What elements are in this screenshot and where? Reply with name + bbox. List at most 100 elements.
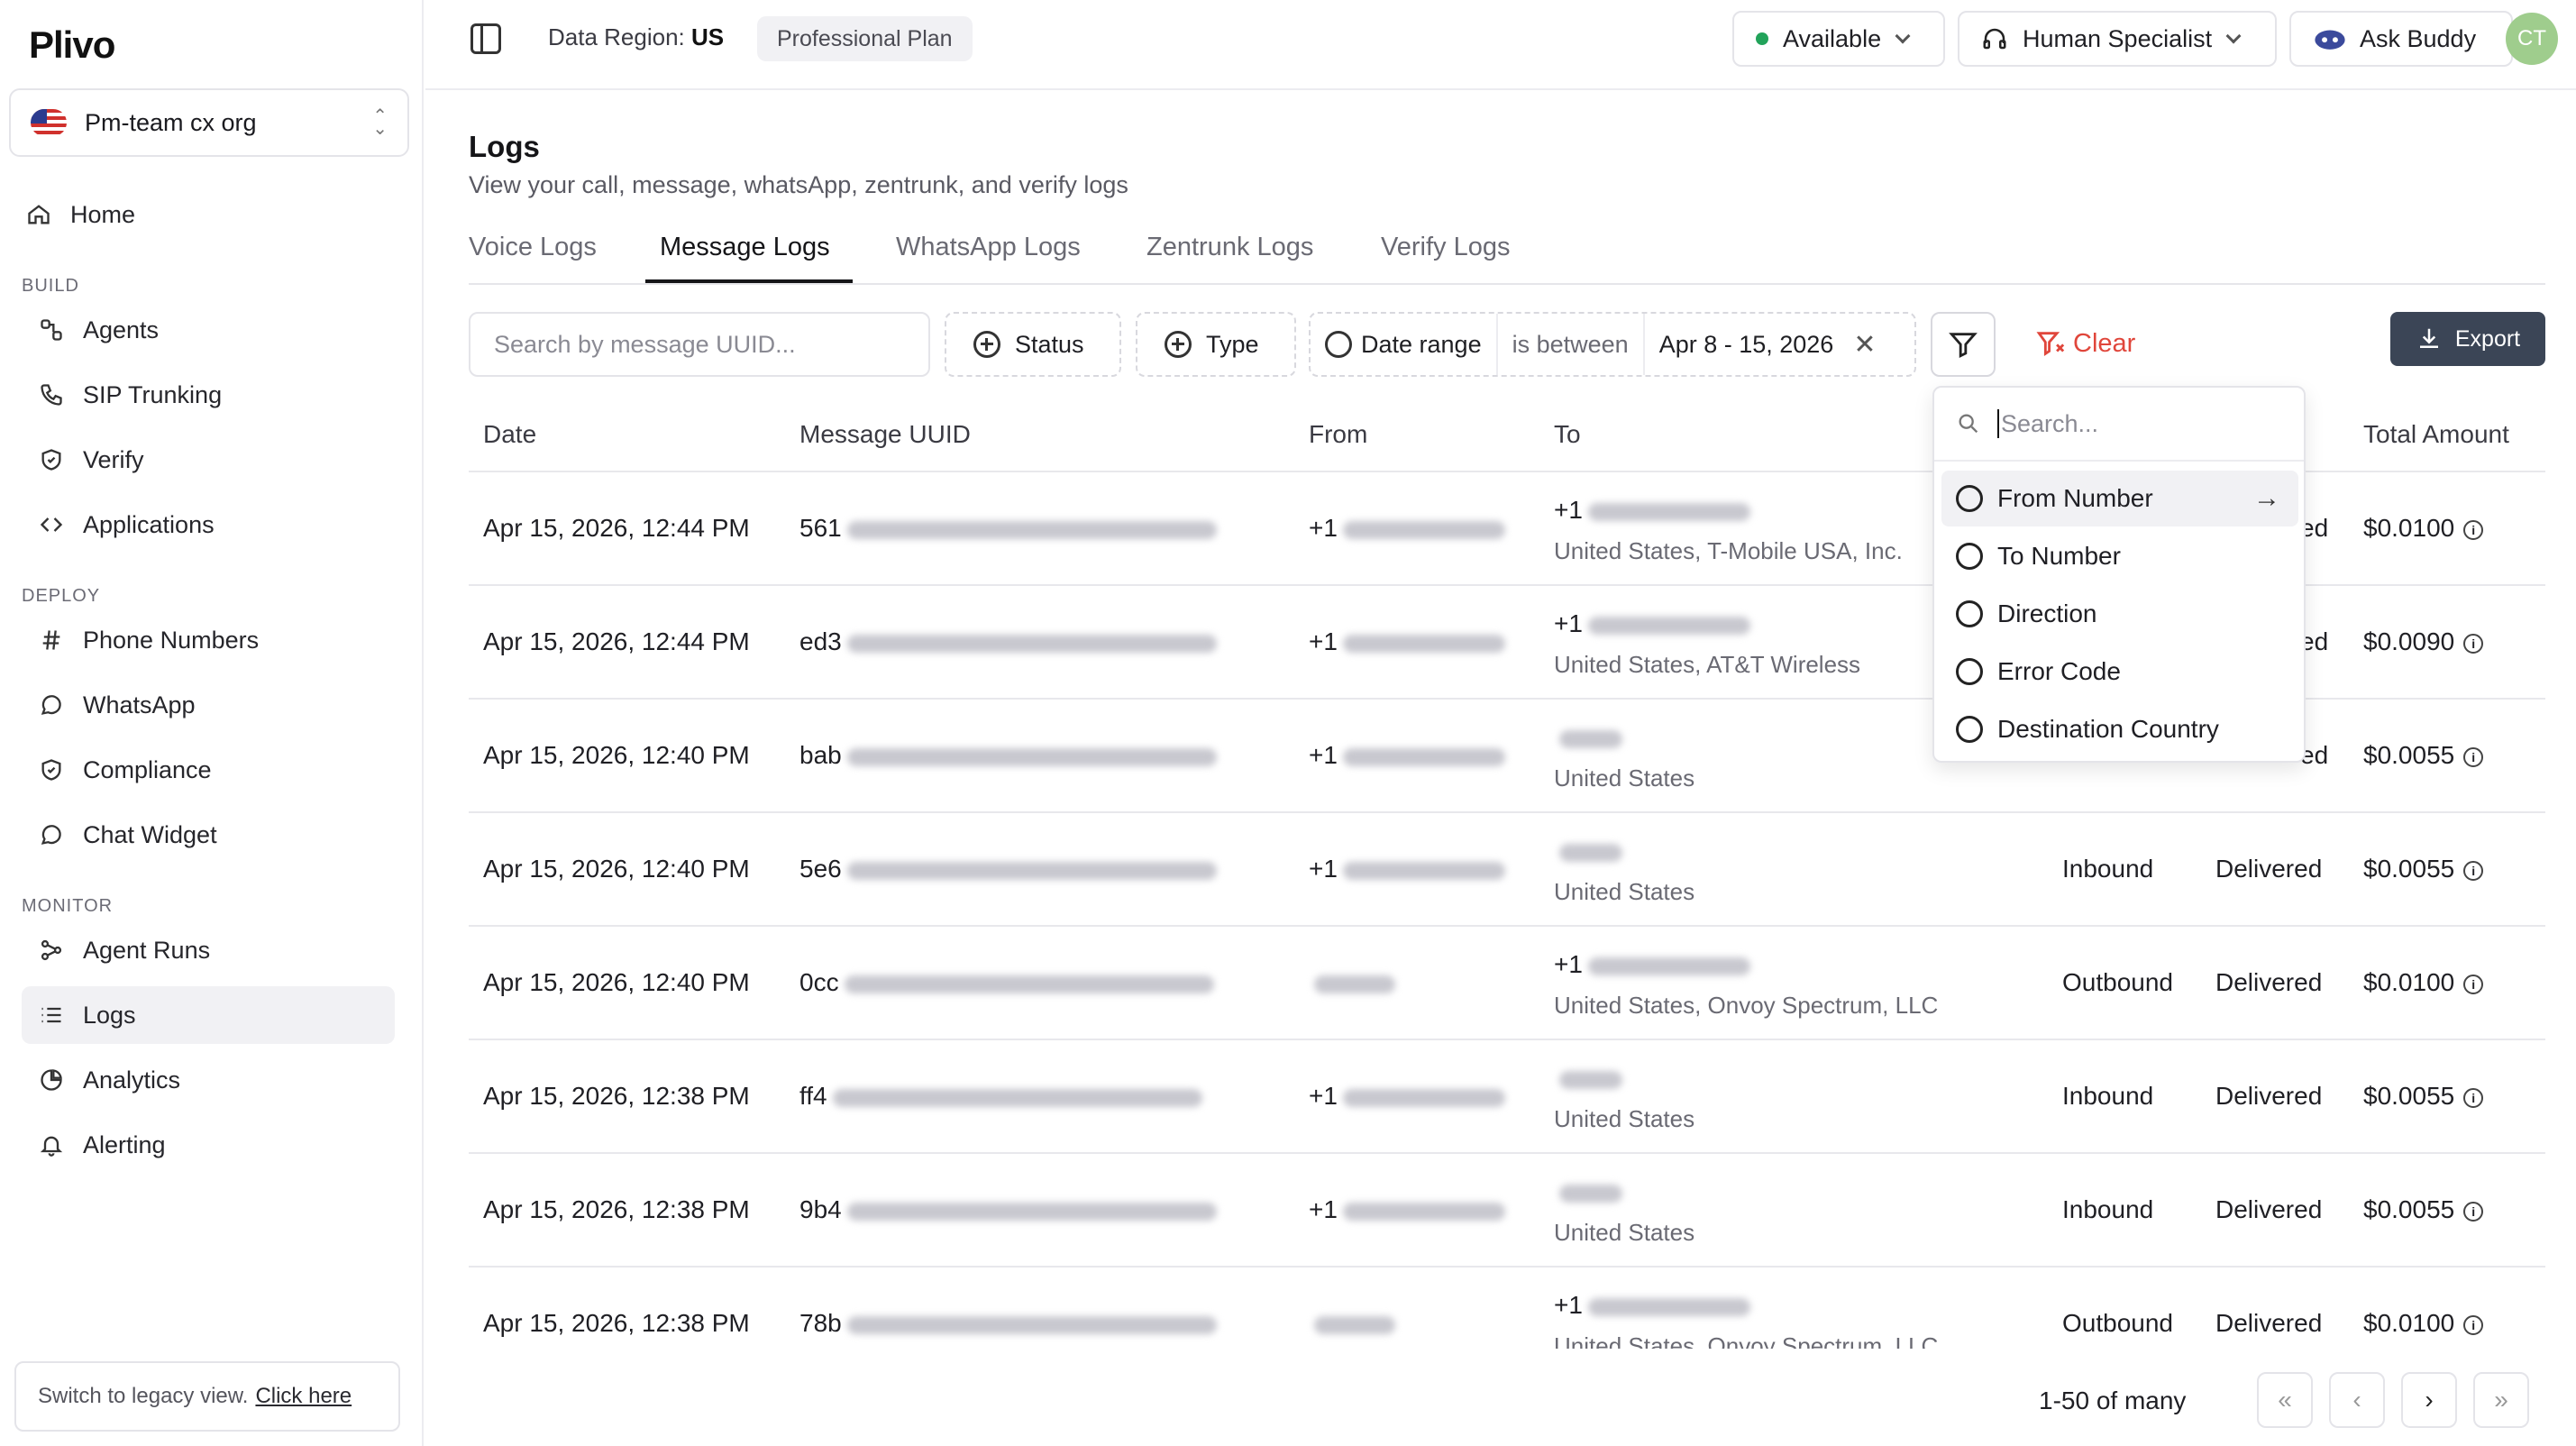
filter-menu-search[interactable]: Search... [1934, 388, 2304, 462]
text-caret [1997, 409, 1999, 438]
filter-option-from-number[interactable]: From Number → [1941, 471, 2298, 526]
legacy-link[interactable]: Click here [255, 1384, 352, 1409]
cell-status: Delivered [2215, 1082, 2323, 1110]
cell-to-carrier: United States [1554, 1219, 1695, 1246]
radio-icon [1956, 485, 1983, 512]
info-icon[interactable]: i [2463, 974, 2484, 994]
search-icon [1959, 414, 1978, 434]
uuid-prefix: 5e6 [799, 855, 842, 883]
uuid-prefix: 561 [799, 514, 842, 542]
cell-date: Apr 15, 2026, 12:40 PM [483, 968, 750, 996]
cell-to-carrier: United States, AT&T Wireless [1554, 651, 1861, 678]
info-icon[interactable]: i [2463, 1087, 2484, 1108]
cell-date: Apr 15, 2026, 12:38 PM [483, 1082, 750, 1110]
filter-option-label: Destination Country [1997, 715, 2219, 743]
arrow-right-icon: → [2253, 483, 2280, 513]
to-prefix: +1 [1554, 1291, 1583, 1319]
redacted-text [1342, 520, 1505, 539]
cell-total-amount: $0.0055 i [2363, 855, 2484, 883]
cell-from: +1 [1309, 627, 1505, 656]
row-divider [469, 1152, 2545, 1154]
cell-from: +1 [1309, 1195, 1505, 1224]
info-icon[interactable]: i [2463, 1314, 2484, 1335]
cell-date: Apr 15, 2026, 12:40 PM [483, 741, 750, 769]
cell-uuid[interactable]: ed3 [799, 627, 1217, 656]
cell-total-amount: $0.0055 i [2363, 741, 2484, 770]
filter-option-label: Error Code [1997, 657, 2121, 685]
cell-from: +1 [1309, 1082, 1505, 1111]
redacted-text [1559, 1070, 1622, 1089]
cell-to-carrier: United States, T-Mobile USA, Inc. [1554, 537, 1903, 564]
from-prefix: +1 [1309, 627, 1338, 655]
cell-to-number [1554, 723, 1622, 752]
radio-icon [1956, 600, 1983, 627]
cell-uuid[interactable]: ff4 [799, 1082, 1202, 1111]
cell-direction: Outbound [2062, 968, 2173, 996]
filter-option-error-code[interactable]: Error Code [1941, 644, 2298, 700]
cell-to-number: +1 [1554, 609, 1750, 638]
amount-value: $0.0055 [2363, 1082, 2455, 1110]
last-page-button[interactable]: » [2473, 1372, 2529, 1428]
amount-value: $0.0100 [2363, 1309, 2455, 1337]
info-icon[interactable]: i [2463, 746, 2484, 767]
legacy-text: Switch to legacy view. [38, 1384, 249, 1408]
cell-total-amount: $0.0100 i [2363, 514, 2484, 543]
filter-option-label: Direction [1997, 599, 2097, 627]
redacted-text [1314, 975, 1395, 993]
radio-icon [1956, 543, 1983, 570]
cell-to-number: +1 [1554, 950, 1750, 979]
row-divider [469, 1039, 2545, 1040]
redacted-text [846, 1315, 1217, 1334]
uuid-prefix: 9b4 [799, 1195, 842, 1223]
cell-date: Apr 15, 2026, 12:38 PM [483, 1195, 750, 1223]
info-icon[interactable]: i [2463, 860, 2484, 881]
redacted-text [1587, 956, 1750, 975]
prev-page-button[interactable]: ‹ [2329, 1372, 2385, 1428]
row-divider [469, 925, 2545, 927]
info-icon[interactable]: i [2463, 1201, 2484, 1222]
row-divider [469, 811, 2545, 813]
cell-to-carrier: United States [1554, 878, 1695, 905]
filter-option-destination-country[interactable]: Destination Country [1941, 701, 2298, 757]
cell-from [1309, 968, 1395, 997]
cell-to-number: +1 [1554, 1291, 1750, 1320]
uuid-prefix: ed3 [799, 627, 842, 655]
cell-uuid[interactable]: 0cc [799, 968, 1214, 997]
uuid-prefix: ff4 [799, 1082, 827, 1110]
info-icon[interactable]: i [2463, 633, 2484, 654]
cell-uuid[interactable]: 78b [799, 1309, 1217, 1338]
filter-option-direction[interactable]: Direction [1941, 586, 2298, 642]
cell-to-number [1554, 1177, 1622, 1206]
cell-to-carrier: United States, Onvoy Spectrum, LLC [1554, 1332, 1939, 1349]
cell-uuid[interactable]: 561 [799, 514, 1217, 543]
amount-value: $0.0055 [2363, 741, 2455, 769]
to-prefix: +1 [1554, 950, 1583, 978]
legacy-view-banner: Switch to legacy view. Click here [14, 1361, 400, 1432]
redacted-text [1587, 616, 1750, 635]
cell-date: Apr 15, 2026, 12:40 PM [483, 855, 750, 883]
redacted-text [1342, 1202, 1505, 1221]
cell-from [1309, 1309, 1395, 1338]
first-page-button[interactable]: « [2257, 1372, 2313, 1428]
redacted-text [846, 520, 1217, 539]
cell-status: Delivered [2215, 1195, 2323, 1223]
info-icon[interactable]: i [2463, 519, 2484, 540]
redacted-text [1314, 1315, 1395, 1334]
cell-uuid[interactable]: 5e6 [799, 855, 1217, 883]
cell-uuid[interactable]: bab [799, 741, 1217, 770]
filter-option-label: To Number [1997, 542, 2121, 570]
cell-uuid[interactable]: 9b4 [799, 1195, 1217, 1224]
next-page-button[interactable]: › [2401, 1372, 2457, 1428]
cell-date: Apr 15, 2026, 12:38 PM [483, 1309, 750, 1337]
radio-icon [1956, 658, 1983, 685]
to-prefix: +1 [1554, 496, 1583, 524]
cell-to-number: +1 [1554, 496, 1750, 525]
cell-total-amount: $0.0055 i [2363, 1195, 2484, 1224]
cell-from: +1 [1309, 741, 1505, 770]
cell-direction: Inbound [2062, 855, 2154, 883]
redacted-text [1342, 747, 1505, 766]
redacted-text [846, 1202, 1217, 1221]
filter-option-to-number[interactable]: To Number [1941, 528, 2298, 584]
cell-status: Delivered [2215, 855, 2323, 883]
filter-option-label: From Number [1997, 484, 2153, 512]
